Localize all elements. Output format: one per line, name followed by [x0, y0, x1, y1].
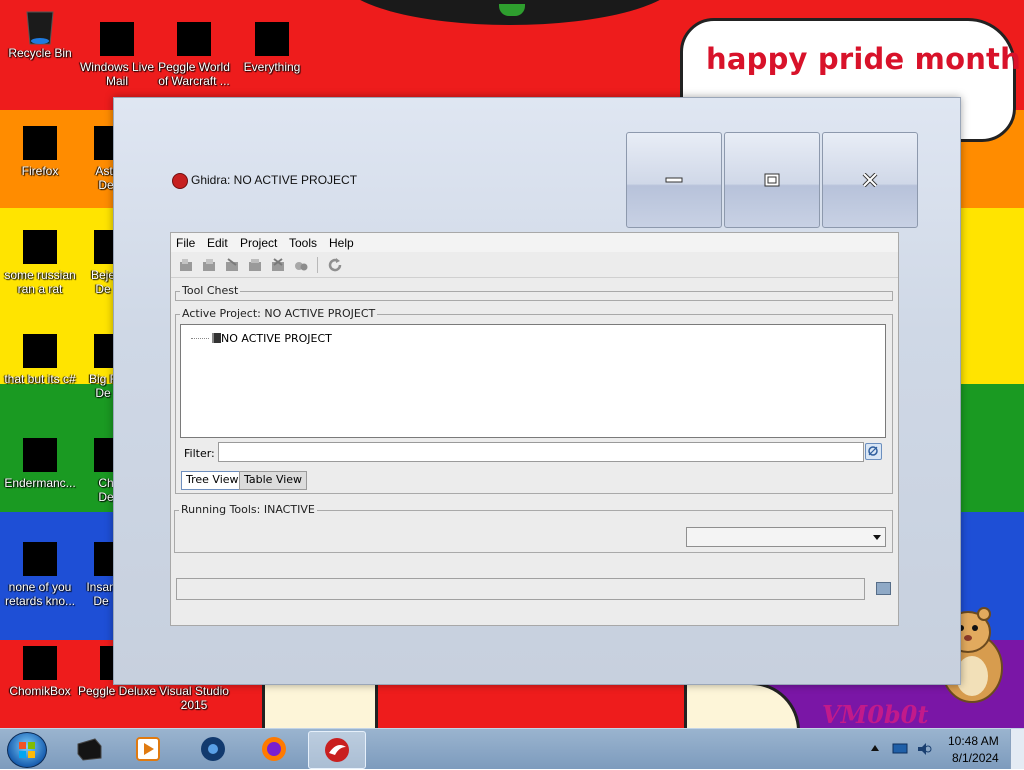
filter-input[interactable]	[218, 442, 864, 462]
cartoon-leg-left	[262, 682, 378, 728]
running-tools-title: Running Tools: INACTIVE	[179, 503, 317, 516]
maximize-icon	[764, 173, 780, 187]
chomikbox-icon	[23, 646, 57, 680]
taskbar-item-media-player[interactable]	[120, 731, 176, 767]
tray-expand-icon[interactable]	[870, 744, 880, 752]
menu-edit[interactable]: Edit	[207, 236, 228, 250]
peggle-wow-icon	[177, 22, 211, 56]
close-icon	[862, 173, 878, 187]
chromium-icon	[201, 737, 225, 761]
ghidra-app-icon	[172, 173, 188, 189]
windows-logo-icon	[19, 742, 35, 758]
tool-chest-title: Tool Chest	[180, 284, 241, 297]
delete-project-icon[interactable]	[270, 257, 286, 273]
windows-live-mail-icon	[100, 22, 134, 56]
menu-help[interactable]: Help	[329, 236, 354, 250]
system-tray: 10:48 AM 8/1/2024	[864, 729, 1024, 769]
start-button[interactable]	[7, 732, 47, 768]
clock-date[interactable]: 8/1/2024	[952, 751, 999, 765]
clock-time[interactable]: 10:48 AM	[948, 734, 999, 748]
active-project-title: Active Project: NO ACTIVE PROJECT	[180, 307, 378, 320]
desktop-icon-everything[interactable]: Everything	[232, 22, 312, 74]
desktop-icon-chomikbox[interactable]: ChomikBox	[0, 646, 80, 698]
minimize-button[interactable]	[626, 132, 722, 228]
media-player-icon	[136, 737, 160, 761]
taskbar-item-chromium[interactable]	[185, 731, 241, 767]
new-project-icon[interactable]	[178, 257, 194, 273]
taskbar-item-ghidra[interactable]	[308, 731, 366, 769]
close-project-icon[interactable]	[224, 257, 240, 273]
filter-options-icon	[868, 446, 878, 456]
project-tree[interactable]: NO ACTIVE PROJECT	[180, 324, 886, 438]
tree-connector	[191, 338, 209, 339]
toolbar	[171, 253, 898, 278]
tool-chest-panel: Tool Chest	[175, 284, 893, 301]
tab-tree-view[interactable]: Tree View	[181, 471, 244, 490]
network-icon[interactable]	[892, 743, 908, 755]
tab-table-view[interactable]: Table View	[239, 471, 308, 490]
speech-bubble-text: happy pride month	[706, 42, 1021, 76]
artist-signature: VM0b0t	[822, 700, 929, 728]
tree-node-project[interactable]: NO ACTIVE PROJECT	[221, 332, 332, 345]
project-folder-icon	[212, 333, 221, 343]
taskbar-item-black-app[interactable]	[61, 731, 117, 767]
close-button[interactable]	[822, 132, 918, 228]
desktop-icon-windows-live-mail[interactable]: Windows Live Mail	[77, 22, 157, 88]
desktop-icon-recycle-bin[interactable]: Recycle Bin	[0, 8, 80, 60]
toolbar-separator	[317, 257, 318, 273]
ghidra-icon	[325, 738, 349, 762]
window-title: Ghidra: NO ACTIVE PROJECT	[191, 173, 358, 187]
filter-options-button[interactable]	[865, 443, 882, 460]
running-tools-combo[interactable]	[686, 527, 886, 547]
menu-bar: File Edit Project Tools Help	[171, 233, 898, 252]
taskbar: 10:48 AM 8/1/2024	[0, 728, 1024, 769]
firefox-icon	[262, 737, 286, 761]
console-icon[interactable]	[876, 582, 891, 595]
chevron-down-icon	[873, 535, 881, 540]
ghidra-client-area: File Edit Project Tools Help Tool Chest …	[170, 232, 899, 626]
black-app-icon	[77, 738, 102, 761]
menu-file[interactable]: File	[176, 236, 195, 250]
desktop-icon-peggle-wow[interactable]: Peggle World of Warcraft ...	[154, 22, 234, 88]
firefox-icon	[23, 126, 57, 160]
menu-tools[interactable]: Tools	[289, 236, 317, 250]
volume-icon[interactable]	[916, 741, 932, 757]
none-of-you-icon	[23, 542, 57, 576]
endermanc-icon	[23, 438, 57, 472]
minimize-icon	[665, 177, 683, 183]
maximize-button[interactable]	[724, 132, 820, 228]
status-bar	[176, 578, 865, 600]
open-project-icon[interactable]	[201, 257, 217, 273]
save-project-icon[interactable]	[247, 257, 263, 273]
that-but-its-cs-icon	[23, 334, 57, 368]
filter-label: Filter:	[184, 447, 215, 460]
menu-project[interactable]: Project	[240, 236, 277, 250]
show-desktop-button[interactable]	[1010, 729, 1024, 769]
recycle-bin-icon	[26, 11, 54, 45]
everything-icon	[255, 22, 289, 56]
some-russian-icon	[23, 230, 57, 264]
taskbar-item-firefox[interactable]	[246, 731, 302, 767]
archive-icon[interactable]	[293, 257, 309, 273]
refresh-icon[interactable]	[327, 257, 343, 273]
